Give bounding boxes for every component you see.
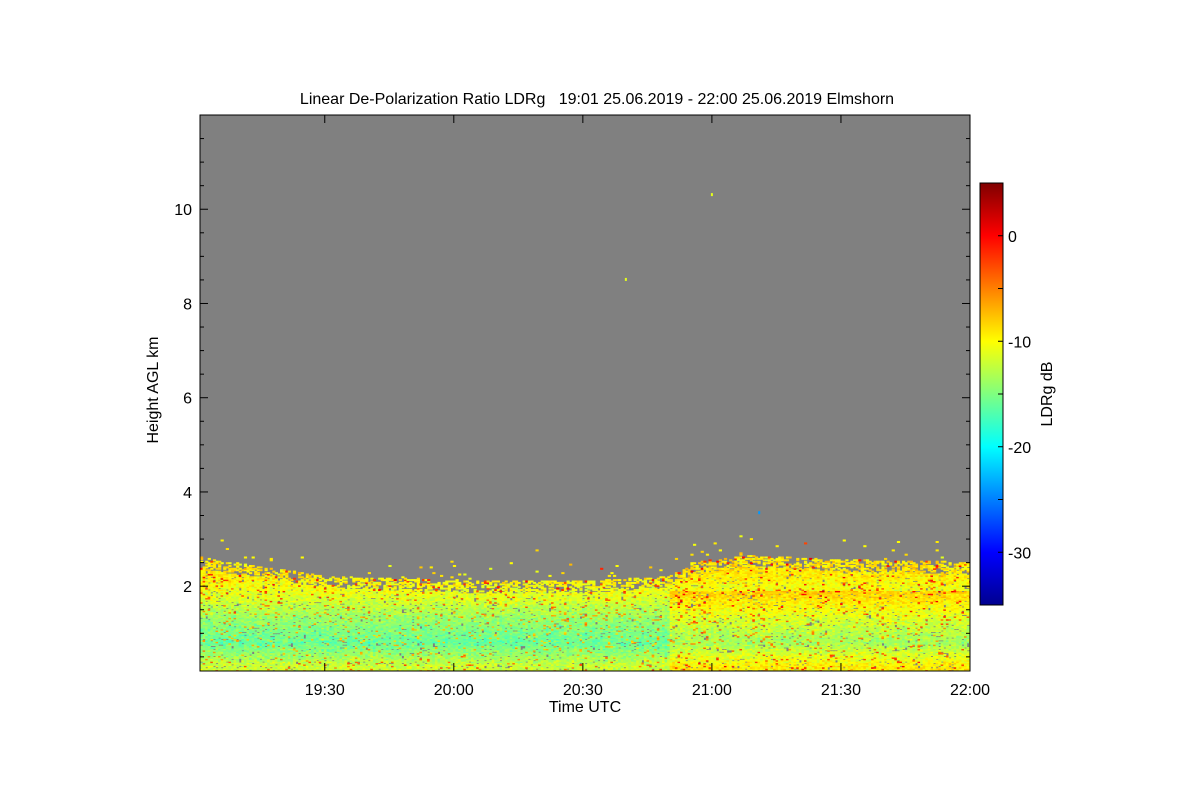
lidar-ldr-chart: Linear De-Polarization Ratio LDRg 19:01 … bbox=[145, 91, 1056, 716]
heatmap-cell bbox=[251, 556, 255, 559]
heatmap-cell bbox=[249, 572, 253, 575]
heatmap-cell bbox=[287, 570, 291, 573]
heatmap-cell bbox=[220, 562, 224, 565]
heatmap-cell bbox=[300, 572, 304, 575]
chart-title: Linear De-Polarization Ratio LDRg 19:01 … bbox=[300, 91, 894, 108]
heatmap-cell bbox=[344, 577, 348, 580]
heatmap-cell bbox=[372, 579, 377, 582]
heatmap-cell bbox=[228, 562, 232, 565]
heatmap-cell bbox=[256, 572, 260, 575]
heatmap-cell bbox=[269, 567, 273, 570]
heatmap-cell bbox=[264, 567, 268, 570]
heatmap-cell bbox=[269, 557, 273, 560]
heatmap-cell bbox=[388, 565, 392, 568]
heatmap-cell bbox=[251, 565, 255, 568]
heatmap-cell bbox=[378, 581, 382, 584]
heatmap-cell bbox=[228, 565, 232, 568]
heatmap-cell bbox=[393, 586, 397, 589]
heatmap-cell bbox=[292, 570, 297, 573]
heatmap-cell bbox=[375, 586, 379, 589]
heatmap-cell bbox=[313, 583, 317, 586]
heatmap-cell bbox=[243, 563, 248, 566]
heatmap-cell bbox=[207, 557, 211, 560]
heatmap-cell bbox=[243, 556, 248, 559]
heatmap-cell bbox=[398, 579, 402, 582]
heatmap-cell bbox=[259, 566, 263, 569]
heatmap-cell bbox=[259, 569, 263, 572]
heatmap-cell bbox=[367, 572, 371, 575]
heatmap-cell bbox=[292, 577, 297, 580]
heatmap-cell bbox=[220, 539, 224, 542]
heatmap-cell bbox=[318, 574, 322, 577]
heatmap-cell bbox=[300, 556, 304, 559]
heatmap-cell bbox=[225, 548, 229, 551]
heatmap-cell bbox=[344, 580, 348, 583]
heatmap-cell bbox=[365, 577, 369, 580]
heatmap-cell bbox=[393, 579, 397, 582]
heatmap-cell bbox=[238, 563, 242, 566]
